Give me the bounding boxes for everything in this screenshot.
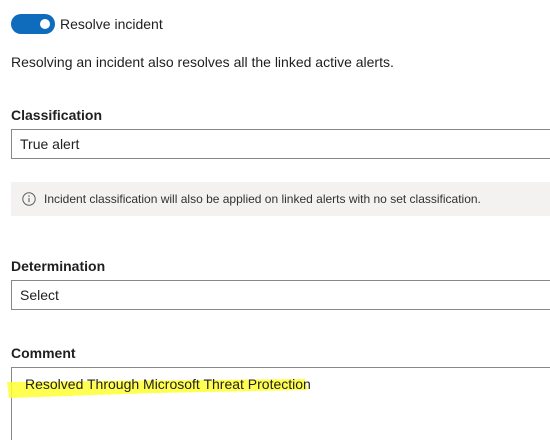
toggle-knob — [40, 19, 50, 29]
determination-value: Select — [20, 287, 59, 303]
comment-label: Comment — [11, 345, 76, 361]
comment-textarea[interactable]: Resolved Through Microsoft Threat Protec… — [11, 367, 550, 440]
determination-dropdown[interactable]: Select — [11, 280, 550, 310]
determination-label: Determination — [11, 258, 106, 274]
resolve-incident-toggle[interactable] — [11, 14, 55, 34]
comment-text: Resolved Through Microsoft Threat Protec… — [25, 376, 311, 392]
resolve-incident-panel: Resolve incident Resolving an incident a… — [0, 0, 550, 440]
classification-label: Classification — [11, 107, 103, 123]
resolve-incident-toggle-row: Resolve incident — [11, 14, 163, 34]
info-text: Incident classification will also be app… — [44, 192, 481, 206]
classification-value: True alert — [20, 136, 80, 152]
resolve-incident-label: Resolve incident — [60, 16, 163, 32]
info-icon — [22, 192, 36, 206]
classification-dropdown[interactable]: True alert — [11, 129, 550, 159]
classification-info-bar: Incident classification will also be app… — [11, 182, 550, 216]
resolve-description: Resolving an incident also resolves all … — [11, 54, 394, 70]
